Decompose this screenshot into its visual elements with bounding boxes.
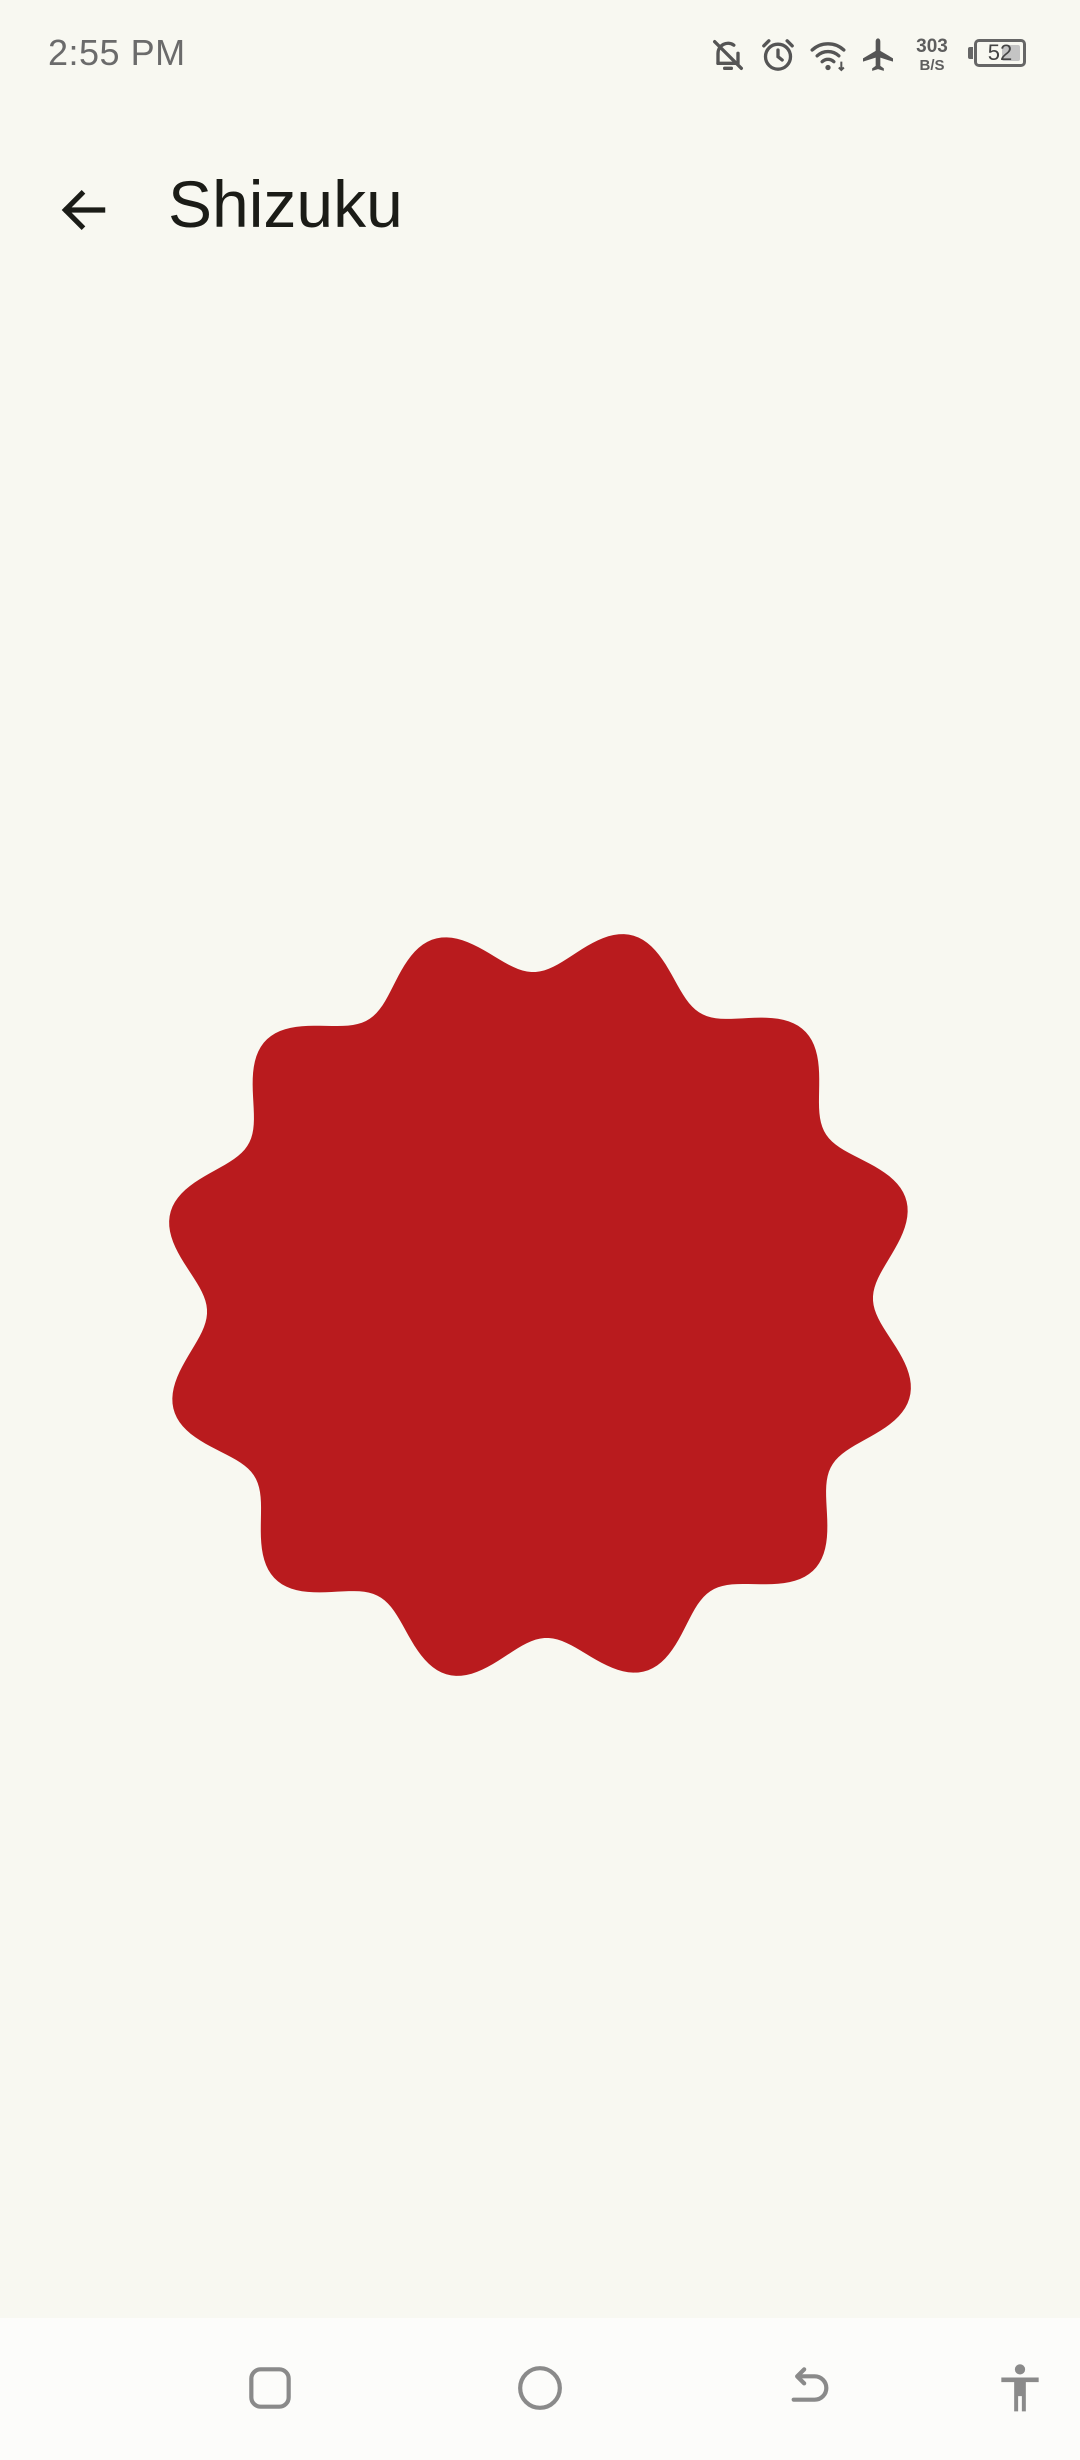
recents-button[interactable] (228, 2346, 312, 2430)
back-icon (791, 2367, 829, 2402)
accessibility-button[interactable] (978, 2346, 1062, 2430)
status-icons: 303 B/S 52 (698, 30, 1032, 80)
status-time: 2:55 PM (48, 32, 186, 73)
navigation-bar (0, 2318, 1080, 2460)
wavy-circle-shape (169, 934, 911, 1676)
network-speed-value: 303 (916, 36, 948, 57)
recents-icon (249, 2367, 291, 2409)
status-bar: 2:55 PM 303 B/S 52 (0, 0, 1080, 110)
notifications-off-icon (713, 40, 743, 71)
app-bar: Shizuku (0, 140, 1080, 270)
home-button[interactable] (498, 2346, 582, 2430)
network-speed: 303 B/S (910, 37, 954, 73)
network-speed-unit: B/S (919, 57, 945, 74)
arrow-left-icon (61, 190, 106, 230)
battery-level: 52 (987, 40, 1013, 65)
home-icon (518, 2366, 562, 2410)
battery-icon: 52 (968, 39, 1032, 71)
wavy-circle-path (169, 934, 911, 1676)
wifi-icon (810, 42, 846, 72)
page-title: Shizuku (168, 167, 403, 241)
accessibility-icon (1001, 2364, 1039, 2412)
back-button[interactable] (36, 162, 132, 258)
nav-back-button[interactable] (768, 2346, 852, 2430)
alarm-icon (762, 39, 794, 71)
airplane-mode-icon (863, 38, 893, 71)
